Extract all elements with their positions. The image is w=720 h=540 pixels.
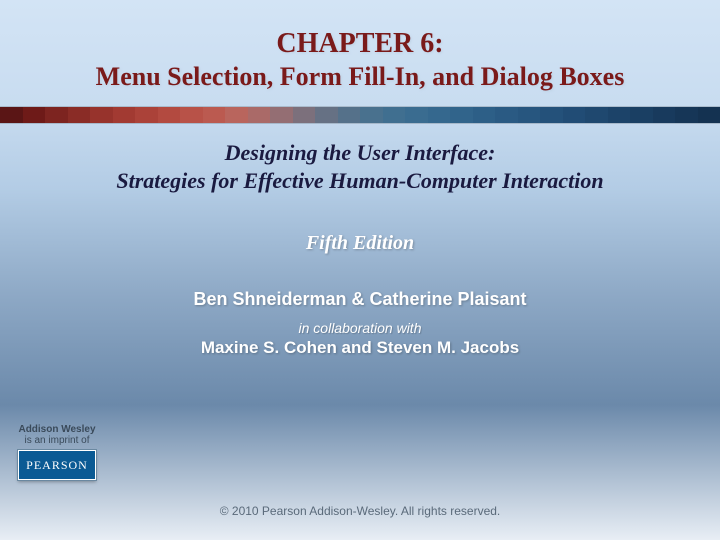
stripe-segment (608, 107, 631, 123)
stripe-segment (225, 107, 248, 123)
stripe-segment (473, 107, 496, 123)
stripe-segment (293, 107, 316, 123)
copyright-notice: © 2010 Pearson Addison-Wesley. All right… (0, 504, 720, 518)
stripe-segment (113, 107, 136, 123)
imprint-block: Addison Wesley is an imprint of PEARSON (18, 424, 96, 480)
stripe-segment (270, 107, 293, 123)
stripe-segment (135, 107, 158, 123)
collaboration-label: in collaboration with (0, 320, 720, 336)
primary-authors: Ben Shneiderman & Catherine Plaisant (0, 289, 720, 310)
stripe-segment (338, 107, 361, 123)
stripe-segment (68, 107, 91, 123)
stripe-segment (653, 107, 676, 123)
stripe-segment (428, 107, 451, 123)
secondary-authors: Maxine S. Cohen and Steven M. Jacobs (0, 338, 720, 358)
chapter-title: Menu Selection, Form Fill-In, and Dialog… (0, 62, 720, 92)
stripe-segment (90, 107, 113, 123)
stripe-segment (23, 107, 46, 123)
edition-label: Fifth Edition (0, 232, 720, 255)
stripe-segment (0, 107, 23, 123)
stripe-segment (45, 107, 68, 123)
stripe-segment (450, 107, 473, 123)
stripe-segment (495, 107, 518, 123)
chapter-number: CHAPTER 6: (0, 0, 720, 60)
stripe-segment (675, 107, 698, 123)
pearson-logo: PEARSON (18, 450, 96, 480)
stripe-segment (405, 107, 428, 123)
book-title: Designing the User Interface: (0, 140, 720, 166)
stripe-segment (585, 107, 608, 123)
stripe-segment (540, 107, 563, 123)
stripe-segment (563, 107, 586, 123)
decorative-stripe (0, 106, 720, 124)
stripe-segment (518, 107, 541, 123)
stripe-segment (315, 107, 338, 123)
stripe-segment (180, 107, 203, 123)
stripe-segment (158, 107, 181, 123)
book-subtitle: Strategies for Effective Human-Computer … (0, 168, 720, 194)
stripe-segment (203, 107, 226, 123)
stripe-segment (248, 107, 271, 123)
stripe-segment (630, 107, 653, 123)
stripe-segment (383, 107, 406, 123)
imprint-name: Addison Wesley (18, 424, 96, 435)
stripe-segment (698, 107, 720, 123)
imprint-subline: is an imprint of (18, 435, 96, 446)
stripe-segment (360, 107, 383, 123)
